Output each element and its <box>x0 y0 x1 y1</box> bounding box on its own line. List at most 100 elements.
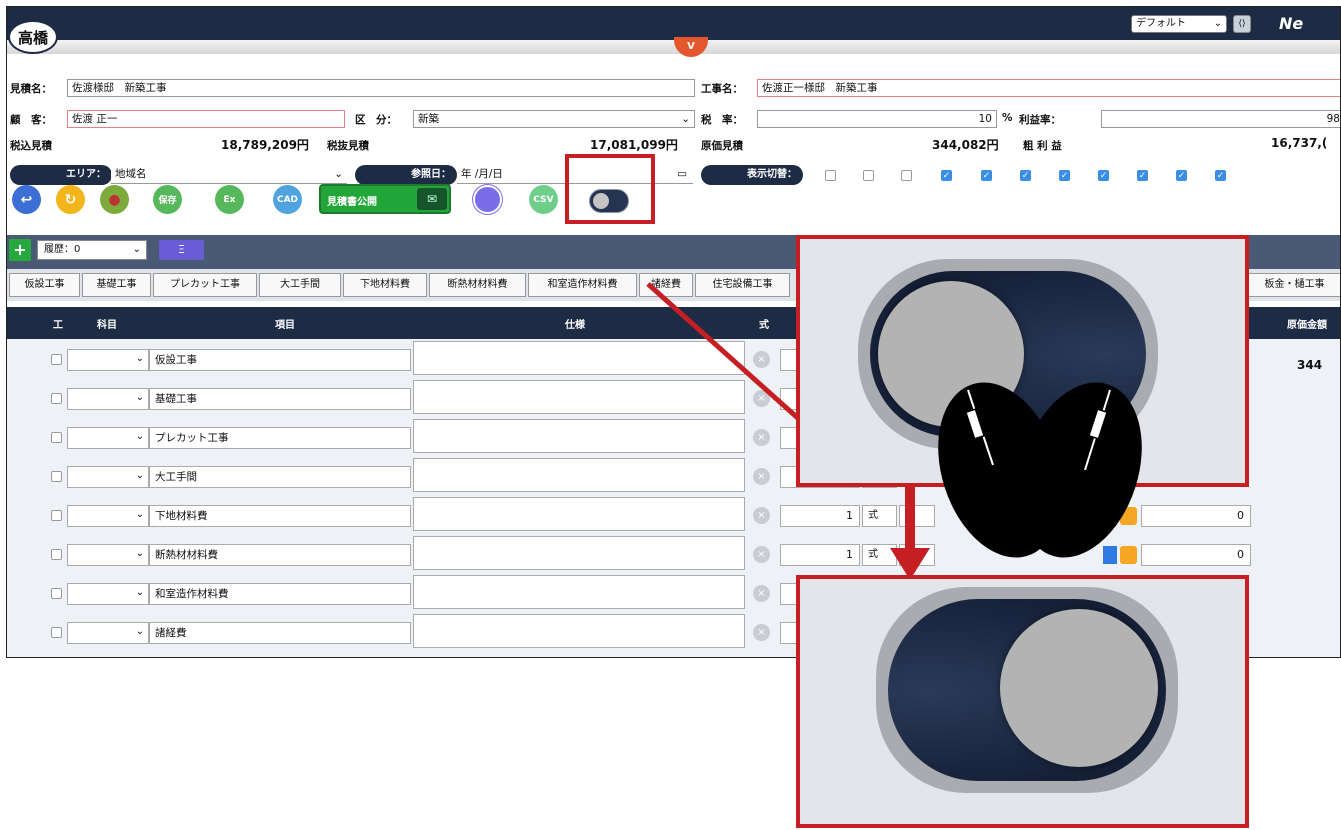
clear-icon[interactable]: × <box>753 507 770 524</box>
display-checkbox[interactable]: ✓ <box>981 170 992 181</box>
folder-icon[interactable] <box>1120 546 1137 564</box>
account-select[interactable]: ⌄ <box>67 505 149 527</box>
display-checkbox[interactable]: ✓ <box>1020 170 1031 181</box>
construction-name-input[interactable]: 佐渡正一様邸 新築工事 <box>757 79 1340 97</box>
collapse-chevron-button[interactable]: V <box>674 37 708 57</box>
customer-input[interactable]: 佐渡 正一 <box>67 110 345 128</box>
account-select[interactable]: ⌄ <box>67 427 149 449</box>
tab-category[interactable]: 和室造作材料費 <box>528 273 637 297</box>
display-checkbox[interactable] <box>901 170 912 181</box>
clear-icon[interactable]: × <box>753 390 770 407</box>
unit-input[interactable]: 式 <box>862 544 897 566</box>
item-input[interactable]: 大工手間 <box>149 466 411 488</box>
unit-select[interactable]: ⌄ <box>899 505 935 527</box>
display-checkbox[interactable]: ✓ <box>1098 170 1109 181</box>
account-select[interactable]: ⌄ <box>67 466 149 488</box>
add-row-button[interactable]: + <box>9 239 31 261</box>
detail-icon[interactable] <box>1103 507 1117 525</box>
spec-input[interactable] <box>413 380 745 414</box>
history-select[interactable]: 履歴：0 ⌄ <box>37 240 147 260</box>
row-checkbox[interactable] <box>51 432 62 443</box>
clear-icon[interactable]: × <box>753 429 770 446</box>
display-checkbox[interactable]: ✓ <box>1137 170 1148 181</box>
qty-input[interactable]: 1 <box>780 544 860 566</box>
account-select[interactable]: ⌄ <box>67 583 149 605</box>
chevron-down-icon: ⌄ <box>1213 18 1222 29</box>
account-select[interactable]: ⌄ <box>67 388 149 410</box>
display-checkbox[interactable]: ✓ <box>1215 170 1226 181</box>
tab-category[interactable]: 下地材料費 <box>343 273 427 297</box>
tab-category[interactable]: 大工手間 <box>259 273 341 297</box>
excel-button[interactable]: Ex <box>215 185 244 214</box>
clear-icon[interactable]: × <box>753 351 770 368</box>
row-checkbox[interactable] <box>51 471 62 482</box>
item-input[interactable]: 断熱材材料費 <box>149 544 411 566</box>
clear-icon[interactable]: × <box>753 624 770 641</box>
item-input[interactable]: 和室造作材料費 <box>149 583 411 605</box>
tab-category[interactable]: 仮設工事 <box>9 273 80 297</box>
estimate-name-input[interactable]: 佐渡様邸 新築工事 <box>67 79 695 97</box>
tab-category[interactable]: 基礎工事 <box>82 273 151 297</box>
area-select[interactable]: 地域名 ⌄ <box>111 166 347 184</box>
list-button[interactable]: Ξ <box>159 240 204 260</box>
item-input[interactable]: 諸経費 <box>149 622 411 644</box>
save-button[interactable]: 保存 <box>153 185 182 214</box>
item-input[interactable]: 基礎工事 <box>149 388 411 410</box>
spec-input[interactable] <box>413 575 745 609</box>
percent-sign: % <box>1002 112 1013 124</box>
view-select[interactable]: デフォルト ⌄ <box>1131 15 1227 33</box>
publish-estimate-button[interactable]: 見積書公開 ✉ <box>319 184 451 214</box>
clear-icon[interactable]: × <box>753 585 770 602</box>
tab-category[interactable]: 板金・樋工事 <box>1247 273 1340 297</box>
folder-icon[interactable] <box>1120 507 1137 525</box>
unit-select[interactable]: ⌄ <box>899 544 935 566</box>
spec-input[interactable] <box>413 341 745 375</box>
spec-input[interactable] <box>413 536 745 570</box>
row-checkbox[interactable] <box>51 627 62 638</box>
qty-input[interactable]: 1 <box>780 505 860 527</box>
row-checkbox[interactable] <box>51 588 62 599</box>
toggle-on-large <box>876 587 1178 793</box>
item-input[interactable]: 仮設工事 <box>149 349 411 371</box>
clear-icon[interactable]: × <box>753 546 770 563</box>
display-checkbox[interactable]: ✓ <box>1176 170 1187 181</box>
detail-icon[interactable] <box>1103 546 1117 564</box>
csv-button[interactable]: CSV <box>529 185 558 214</box>
item-input[interactable]: 下地材料費 <box>149 505 411 527</box>
display-checkbox[interactable] <box>863 170 874 181</box>
tab-category[interactable]: 諸経費 <box>639 273 693 297</box>
cost-input[interactable]: 0 <box>1141 505 1251 527</box>
spec-input[interactable] <box>413 458 745 492</box>
shield-button[interactable]: ● <box>100 185 129 214</box>
expand-icon[interactable]: ⟨⟩ <box>1233 15 1251 33</box>
row-checkbox[interactable] <box>51 510 62 521</box>
category-select[interactable]: 新築 ⌄ <box>413 110 695 128</box>
item-input[interactable]: プレカット工事 <box>149 427 411 449</box>
reload-button[interactable]: ↻ <box>56 185 85 214</box>
spec-input[interactable] <box>413 614 745 648</box>
purple-circle-button[interactable] <box>473 185 502 214</box>
profit-rate-input[interactable]: 98 <box>1101 110 1340 128</box>
display-checkbox[interactable] <box>825 170 836 181</box>
undo-button[interactable]: ↩ <box>12 185 41 214</box>
account-select[interactable]: ⌄ <box>67 544 149 566</box>
row-checkbox[interactable] <box>51 549 62 560</box>
row-checkbox[interactable] <box>51 354 62 365</box>
row-checkbox[interactable] <box>51 393 62 404</box>
unit-input[interactable]: 式 <box>862 505 897 527</box>
tab-category[interactable]: プレカット工事 <box>153 273 257 297</box>
chevron-down-icon: ⌄ <box>135 509 144 520</box>
clear-icon[interactable]: × <box>753 468 770 485</box>
col-cost-amount: 原価金額 <box>1287 320 1327 331</box>
tab-category[interactable]: 住宅設備工事 <box>695 273 790 297</box>
cad-button[interactable]: CAD <box>273 185 302 214</box>
cost-input[interactable]: 0 <box>1141 544 1251 566</box>
spec-input[interactable] <box>413 419 745 453</box>
account-select[interactable]: ⌄ <box>67 349 149 371</box>
display-checkbox[interactable]: ✓ <box>1059 170 1070 181</box>
display-checkbox[interactable]: ✓ <box>941 170 952 181</box>
tab-category[interactable]: 断熱材材料費 <box>429 273 526 297</box>
spec-input[interactable] <box>413 497 745 531</box>
account-select[interactable]: ⌄ <box>67 622 149 644</box>
tax-rate-input[interactable]: 10 <box>757 110 997 128</box>
